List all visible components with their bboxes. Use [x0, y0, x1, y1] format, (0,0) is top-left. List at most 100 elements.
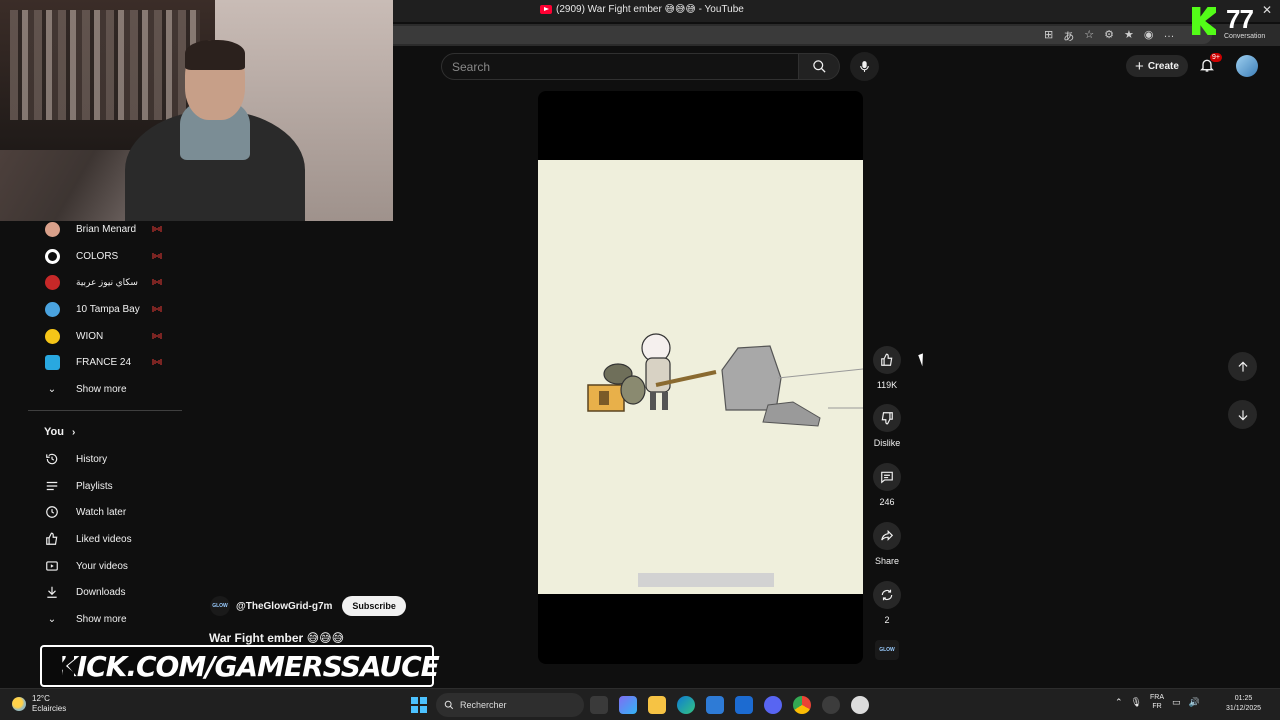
sidebar-item-subscription[interactable]: Brian Menard [28, 218, 182, 240]
previous-video-button[interactable] [1228, 352, 1257, 381]
thumb-up-icon [46, 532, 58, 545]
comments-button[interactable] [873, 463, 901, 491]
sidebar-item-subscription[interactable]: 10 Tampa Bay [28, 298, 182, 320]
subscribe-button[interactable]: Subscribe [342, 596, 406, 616]
language-indicator[interactable]: FRA FR [1150, 693, 1164, 711]
weather-icon [12, 697, 26, 711]
video-frame [538, 160, 863, 594]
dislike-action: Dislike [867, 404, 907, 448]
chevron-up-icon[interactable]: ⌃ [1115, 697, 1123, 708]
history-icon [46, 453, 58, 465]
sidebar-item-subscription[interactable]: COLORS [28, 245, 182, 267]
taskbar-search[interactable]: Rechercher [436, 693, 584, 717]
like-button[interactable] [873, 346, 901, 374]
search-button[interactable] [799, 53, 840, 80]
channel-row: GLOW @TheGlowGrid-g7m Subscribe [210, 596, 406, 616]
task-view-icon[interactable] [590, 696, 608, 714]
sidebar-item-label: Brian Menard [76, 223, 137, 235]
show-more-label: Show more [76, 383, 127, 395]
microphone-icon[interactable]: 🎙 [1131, 697, 1142, 708]
sidebar-item-history[interactable]: History [28, 448, 182, 470]
show-more-label: Show more [76, 613, 127, 625]
address-bar: ⊞ あ ☆ ⚙ ★ ◉ … [392, 24, 1280, 46]
channel-thumbnail[interactable]: GLOW [875, 640, 899, 660]
video-title[interactable]: War Fight ember 😅😅😅 [209, 631, 344, 645]
share-button[interactable] [873, 522, 901, 550]
sidebar-item-label: Playlists [76, 480, 113, 492]
kick-logo-icon [1192, 7, 1216, 35]
file-explorer-icon[interactable] [648, 696, 666, 714]
sidebar-item-downloads[interactable]: Downloads [28, 581, 182, 603]
store-icon[interactable] [706, 696, 724, 714]
discord-icon[interactable] [764, 696, 782, 714]
sidebar-item-label: سكاي نيوز عربية [76, 276, 138, 287]
show-more-you[interactable]: ⌄ Show more [28, 608, 182, 630]
channel-avatar[interactable]: GLOW [210, 596, 230, 616]
thumb-down-icon [881, 412, 893, 425]
sidebar-item-watch-later[interactable]: Watch later [28, 501, 182, 523]
favorites-icon[interactable]: ★ [1124, 28, 1134, 44]
notifications-button[interactable]: 9+ [1199, 53, 1222, 76]
sidebar-item-label: COLORS [76, 250, 119, 262]
game-scene [587, 333, 863, 427]
video-player[interactable] [538, 91, 863, 664]
viewer-label: Conversation [1224, 33, 1266, 40]
sidebar-item-subscription[interactable]: FRANCE 24 [28, 351, 182, 373]
watch-later-icon [46, 506, 58, 518]
live-indicator-icon [152, 226, 162, 232]
start-button[interactable] [411, 697, 427, 713]
comments-action: 246 [867, 463, 907, 507]
next-video-button[interactable] [1228, 400, 1257, 429]
create-label: Create [1147, 60, 1179, 72]
search-input[interactable] [442, 54, 798, 79]
mail-icon[interactable] [735, 696, 753, 714]
account-avatar[interactable] [1236, 55, 1258, 77]
obs-icon[interactable] [822, 696, 840, 714]
share-action: Share [867, 522, 907, 566]
voice-search-button[interactable] [850, 52, 879, 81]
app-icon[interactable]: ⊞ [1044, 28, 1053, 44]
thumb-up-icon [881, 353, 893, 366]
weather-widget[interactable]: 12°C Eclaircies [12, 694, 66, 714]
profile-icon[interactable]: ◉ [1144, 28, 1154, 44]
microphone-icon [860, 61, 869, 72]
tab-title[interactable]: (2909) War Fight ember 😅😅😅 - YouTube [540, 4, 744, 15]
remix-action: 2 [867, 581, 907, 625]
taskbar-clock[interactable]: 01:25 31/12/2025 [1226, 694, 1261, 714]
live-indicator-icon [152, 279, 162, 285]
network-icon[interactable]: ▭ [1172, 697, 1181, 708]
you-section-heading[interactable]: You › [44, 426, 75, 438]
create-button[interactable]: + Create [1126, 55, 1188, 77]
tampa-bay-logo-icon [44, 301, 60, 317]
search-icon [812, 60, 826, 73]
system-tray: ⌃ 🎙 FRA FR ▭ 🔊 [1115, 693, 1200, 711]
playlists-icon [46, 481, 58, 491]
edge-icon[interactable] [677, 696, 695, 714]
sidebar-item-label: 10 Tampa Bay [76, 303, 140, 315]
kick-banner: KICK.COM/GAMERSSAUCE [40, 645, 440, 687]
sidebar-item-liked-videos[interactable]: Liked videos [28, 528, 182, 550]
remix-button[interactable] [873, 581, 901, 609]
sidebar-item-subscription[interactable]: WION [28, 325, 182, 347]
extensions-icon[interactable]: ⚙ [1104, 28, 1114, 44]
chrome-icon[interactable] [793, 696, 811, 714]
volume-icon[interactable]: 🔊 [1189, 697, 1200, 708]
sidebar-item-playlists[interactable]: Playlists [28, 475, 182, 497]
more-icon[interactable]: … [1163, 28, 1174, 44]
sidebar-item-your-videos[interactable]: Your videos [28, 555, 182, 577]
sidebar-divider [28, 410, 182, 411]
chevron-down-icon: ⌄ [47, 383, 57, 395]
favorite-star-icon[interactable]: ☆ [1084, 28, 1094, 44]
translate-icon[interactable]: あ [1063, 28, 1074, 44]
live-indicator-icon [152, 333, 162, 339]
chevron-right-icon: › [71, 426, 76, 438]
dislike-button[interactable] [873, 404, 901, 432]
channel-handle[interactable]: @TheGlowGrid-g7m [236, 601, 332, 612]
sky-news-logo-icon [44, 274, 60, 290]
share-label: Share [874, 556, 900, 566]
app-icon[interactable] [851, 696, 869, 714]
dislike-label: Dislike [873, 438, 901, 448]
sidebar-item-subscription[interactable]: سكاي نيوز عربية [28, 271, 182, 293]
show-more-subscriptions[interactable]: ⌄ Show more [28, 378, 182, 400]
copilot-icon[interactable] [619, 696, 637, 714]
